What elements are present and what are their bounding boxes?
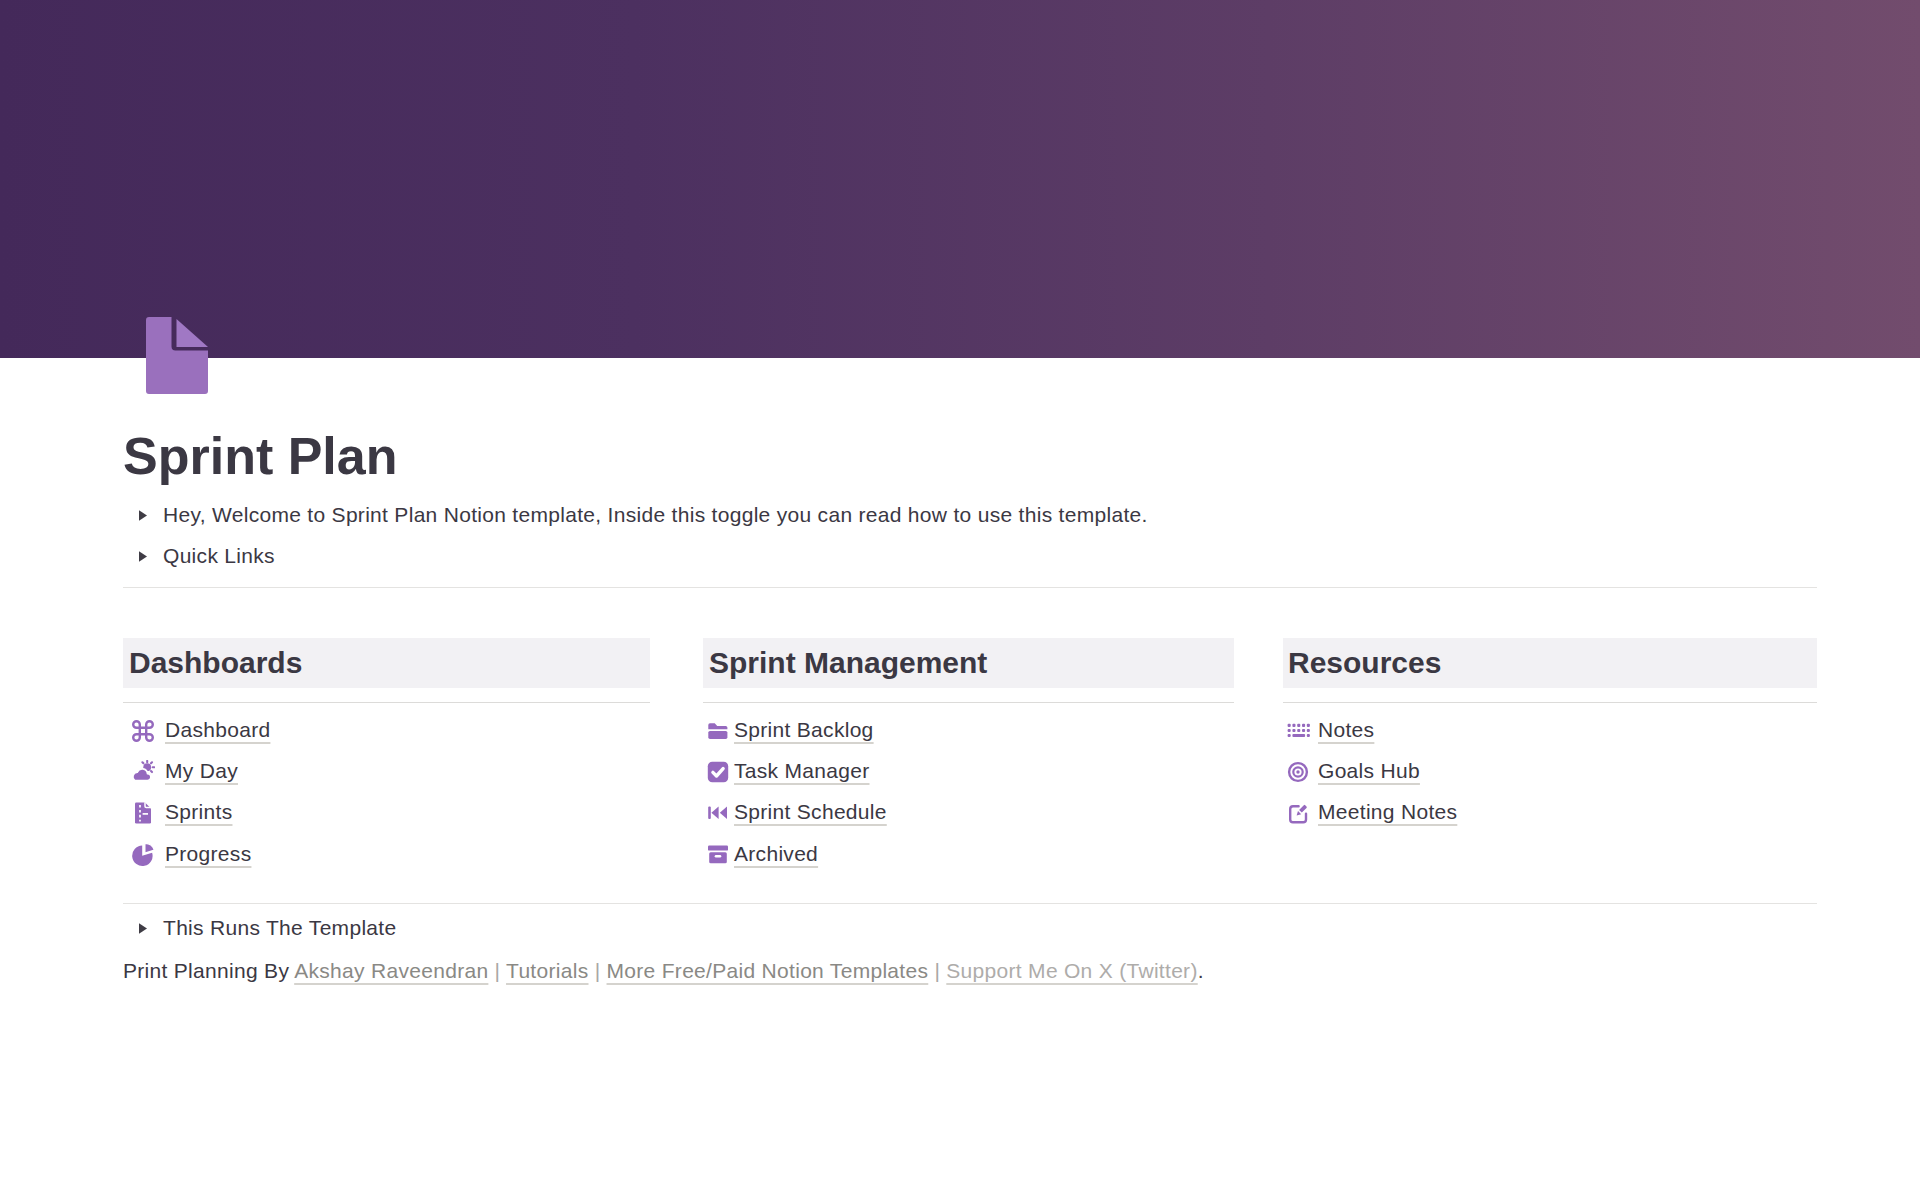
toggle-triangle-icon[interactable] [131, 545, 153, 567]
toggle-label: This Runs The Template [163, 916, 396, 940]
column-header: Resources [1283, 638, 1817, 688]
footer-separator: | [589, 959, 607, 982]
column-header-label: Resources [1288, 646, 1441, 680]
page-link[interactable]: Notes [1318, 718, 1374, 742]
column-header: Sprint Management [703, 638, 1234, 688]
page-link-item[interactable]: My Day [123, 750, 650, 791]
page-link[interactable]: Sprint Schedule [734, 800, 887, 824]
sun-behind-cloud-icon [131, 760, 155, 784]
column-resources: Resources Notes Goals Hub Meeting Notes [1283, 638, 1817, 833]
keyboard-icon [1286, 719, 1310, 743]
page-link-item[interactable]: Progress [123, 833, 650, 874]
page-link[interactable]: Progress [165, 842, 251, 866]
page-link[interactable]: Task Manager [734, 759, 870, 783]
target-icon [1286, 760, 1310, 784]
page-link-item[interactable]: Dashboard [123, 709, 650, 750]
divider [1283, 702, 1817, 703]
footer-suffix: . [1198, 959, 1204, 982]
command-icon [131, 719, 155, 743]
page-link-item[interactable]: Sprint Backlog [703, 709, 1234, 750]
footer-separator: | [928, 959, 946, 982]
page-link[interactable]: Sprints [165, 800, 232, 824]
compose-icon [1286, 801, 1310, 825]
divider [123, 903, 1817, 904]
column-header-label: Sprint Management [709, 646, 987, 680]
pie-chart-icon [131, 843, 155, 867]
archive-icon [706, 843, 730, 867]
footer-credits: Print Planning By Akshay Raveendran | Tu… [123, 958, 1817, 984]
toggle-label: Hey, Welcome to Sprint Plan Notion templ… [163, 503, 1148, 527]
footer-link[interactable]: Akshay Raveendran [294, 959, 488, 982]
toggle-triangle-icon[interactable] [131, 504, 153, 526]
page-link-item[interactable]: Archived [703, 833, 1234, 874]
footer-link[interactable]: More Free/Paid Notion Templates [607, 959, 929, 982]
page-title: Sprint Plan [123, 425, 1817, 487]
column-header: Dashboards [123, 638, 650, 688]
footer-prefix: Print Planning By [123, 959, 294, 982]
page-link-item[interactable]: Task Manager [703, 750, 1234, 791]
rewind-icon [706, 801, 730, 825]
page-link-item[interactable]: Sprint Schedule [703, 792, 1234, 833]
page-cover [0, 0, 1920, 358]
page-link[interactable]: My Day [165, 759, 238, 783]
toggle-block-top-1[interactable]: Hey, Welcome to Sprint Plan Notion templ… [123, 494, 1817, 535]
column-sprint-management: Sprint Management Sprint Backlog Task Mana… [703, 638, 1234, 874]
page-link-item[interactable]: Meeting Notes [1283, 792, 1817, 833]
footer-link[interactable]: Tutorials [506, 959, 588, 982]
toggle-block-bottom[interactable]: This Runs The Template [123, 908, 1817, 949]
toggle-triangle-icon[interactable] [131, 917, 153, 939]
folder-icon [706, 719, 730, 743]
toggle-label: Quick Links [163, 544, 275, 568]
footer-separator: | [495, 959, 507, 982]
page-link-item[interactable]: Goals Hub [1283, 750, 1817, 791]
column-dashboards: Dashboards Dashboard My Day Sprints Progress [123, 638, 650, 874]
page-link-item[interactable]: Notes [1283, 709, 1817, 750]
page-icon[interactable] [146, 317, 208, 394]
document-icon [131, 801, 155, 825]
divider [123, 702, 650, 703]
page-link[interactable]: Sprint Backlog [734, 718, 874, 742]
divider [123, 587, 1817, 588]
page-link-item[interactable]: Sprints [123, 792, 650, 833]
page-link[interactable]: Goals Hub [1318, 759, 1420, 783]
divider [703, 702, 1234, 703]
checkbox-icon [706, 760, 730, 784]
column-header-label: Dashboards [129, 646, 302, 680]
page-link[interactable]: Dashboard [165, 718, 270, 742]
footer-link[interactable]: Support Me On X (Twitter) [946, 959, 1197, 982]
page-link[interactable]: Meeting Notes [1318, 800, 1457, 824]
toggle-block-top-2[interactable]: Quick Links [123, 536, 1817, 577]
page-link[interactable]: Archived [734, 842, 818, 866]
